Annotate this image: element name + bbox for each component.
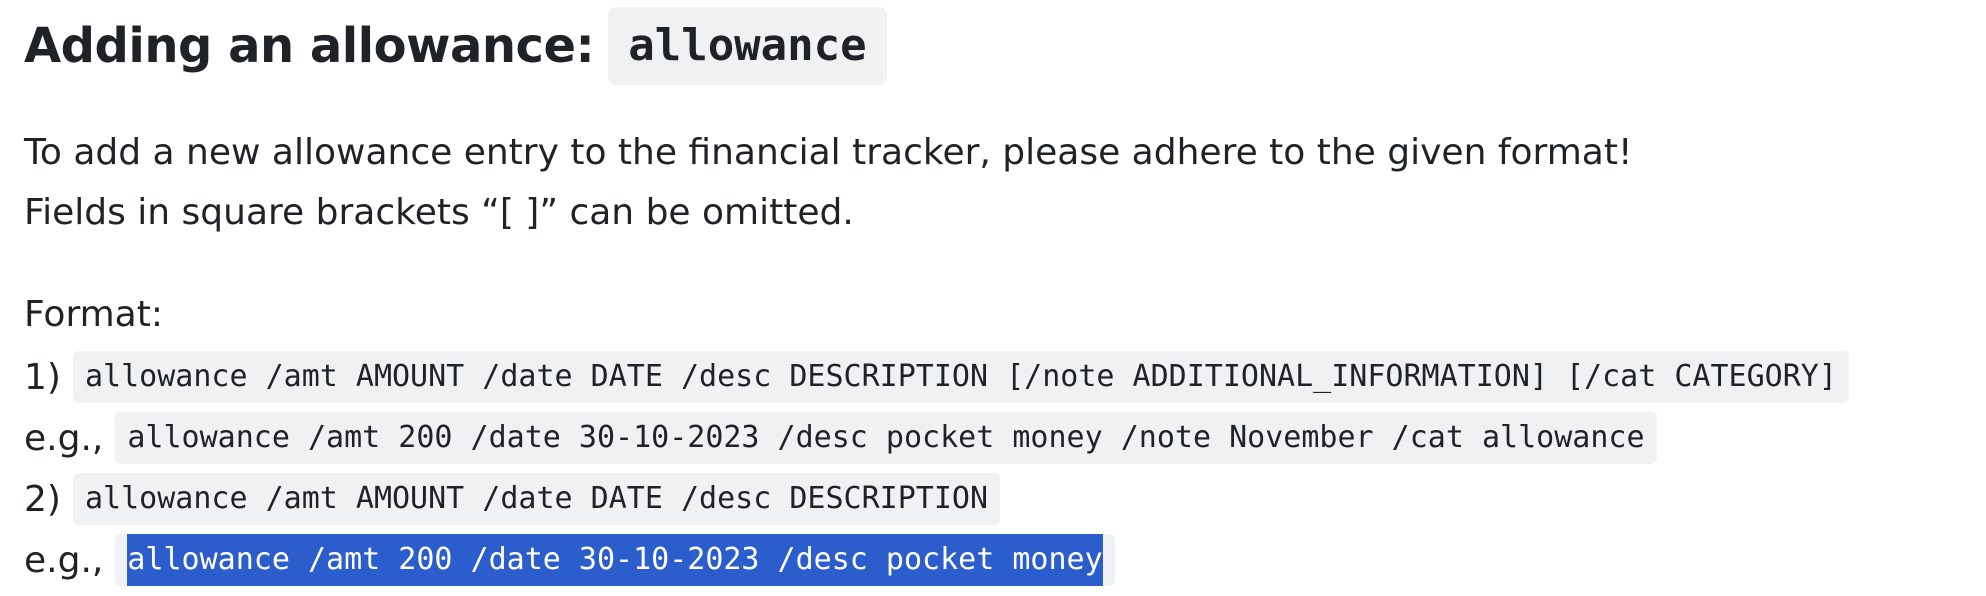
section-heading: Adding an allowance: allowance: [24, 6, 887, 86]
heading-text: Adding an allowance:: [24, 18, 595, 74]
format-item-1: 1) allowance /amt AMOUNT /date DATE /des…: [24, 349, 1849, 405]
format-item-2: 2) allowance /amt AMOUNT /date DATE /des…: [24, 471, 1001, 527]
example-code: allowance /amt 200 /date 30-10-2023 /des…: [115, 412, 1657, 464]
format-label: Format:: [24, 293, 163, 335]
example-2: e.g., allowance /amt 200 /date 30-10-202…: [24, 532, 1115, 588]
intro-line-2: Fields in square brackets “[ ]” can be o…: [24, 191, 854, 233]
format-syntax-code: allowance /amt AMOUNT /date DATE /desc D…: [72, 351, 1849, 403]
example-1: e.g., allowance /amt 200 /date 30-10-202…: [24, 410, 1657, 466]
format-item-number: 2): [24, 478, 61, 520]
intro-line-1: To add a new allowance entry to the fina…: [24, 131, 1633, 173]
example-prefix: e.g.,: [24, 417, 104, 459]
heading-command-code: allowance: [608, 7, 887, 85]
format-syntax-code: allowance /amt AMOUNT /date DATE /desc D…: [72, 473, 1001, 525]
example-code: allowance /amt 200 /date 30-10-2023 /des…: [115, 534, 1115, 586]
selected-text-highlight[interactable]: allowance /amt 200 /date 30-10-2023 /des…: [127, 534, 1103, 586]
format-item-number: 1): [24, 356, 61, 398]
example-prefix: e.g.,: [24, 539, 104, 581]
